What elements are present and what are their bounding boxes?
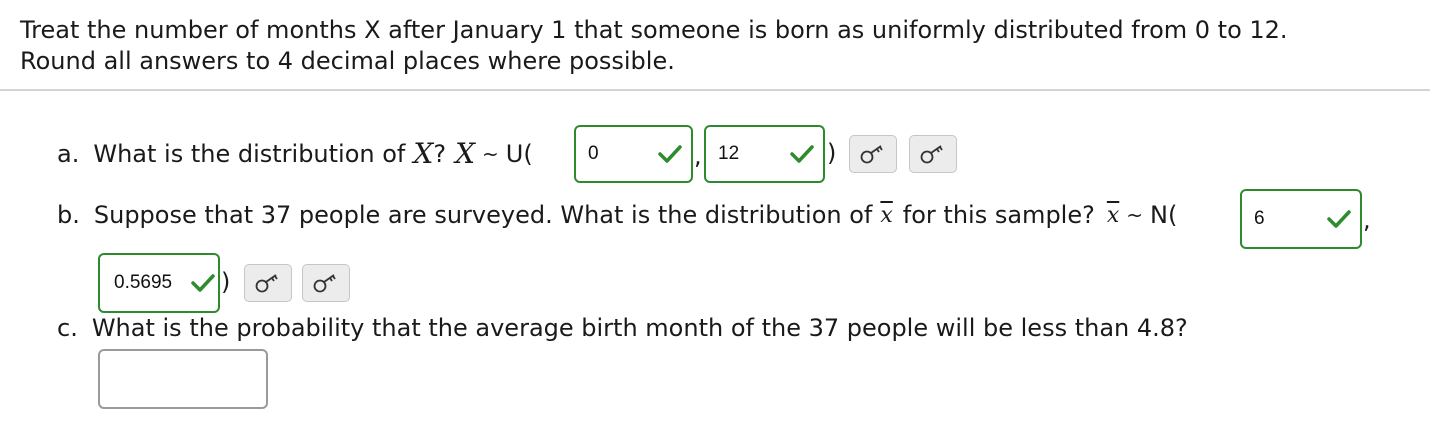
intro-line-1: Treat the number of months X after Janua… (20, 16, 1288, 44)
variable-xbar: x (1106, 202, 1120, 228)
question-a-text: What is the distribution of (93, 139, 406, 168)
key-icon (860, 145, 883, 164)
question-mark: ? (433, 139, 447, 168)
key-icon (255, 274, 278, 293)
variable-x: X (455, 137, 476, 170)
question-c-text: What is the probability that the average… (91, 314, 1188, 342)
answer-value: 6 (1254, 208, 1265, 229)
question-a-label: a. (57, 139, 80, 168)
answer-value: 12 (718, 143, 740, 164)
distribution-normal: N( (1150, 201, 1178, 229)
answer-value: 0.5695 (114, 272, 173, 293)
answer-key-button[interactable] (244, 264, 292, 302)
checkmark-icon (1327, 210, 1351, 228)
tilde-symbol: ~ (1126, 203, 1144, 227)
question-a: a. What is the distribution of X ? X ~ U… (57, 137, 533, 170)
answer-key-button[interactable] (849, 135, 897, 173)
question-b-text-2: for this sample? (902, 201, 1095, 229)
question-c: c. What is the probability that the aver… (57, 314, 1188, 342)
comma: , (1363, 206, 1371, 234)
variable-x: X (413, 137, 434, 170)
close-paren: ) (221, 268, 231, 296)
answer-b-mean[interactable]: 6 (1240, 189, 1362, 249)
comma: , (694, 142, 702, 170)
question-b-text: Suppose that 37 people are surveyed. Wha… (93, 201, 873, 229)
answer-key-button[interactable] (302, 264, 350, 302)
problem-header: Treat the number of months X after Janua… (0, 0, 1430, 91)
answer-b-std-dev[interactable]: 0.5695 (98, 253, 220, 313)
checkmark-icon (658, 145, 682, 163)
distribution-uniform: U( (505, 139, 533, 168)
key-icon (920, 145, 943, 164)
question-b-label: b. (57, 201, 80, 229)
answer-a-upper[interactable]: 12 (704, 125, 825, 183)
key-icon (313, 274, 336, 293)
question-c-label: c. (57, 314, 78, 342)
answer-value: 0 (588, 143, 599, 164)
answer-c-probability[interactable] (98, 349, 268, 409)
intro-line-2: Round all answers to 4 decimal places wh… (20, 47, 675, 75)
variable-xbar: x (880, 202, 893, 228)
checkmark-icon (191, 274, 215, 292)
answer-a-lower[interactable]: 0 (574, 125, 693, 183)
question-b: b. Suppose that 37 people are surveyed. … (57, 201, 1177, 229)
close-paren: ) (827, 139, 837, 167)
answer-key-button[interactable] (909, 135, 957, 173)
tilde-symbol: ~ (482, 141, 499, 166)
checkmark-icon (790, 145, 814, 163)
